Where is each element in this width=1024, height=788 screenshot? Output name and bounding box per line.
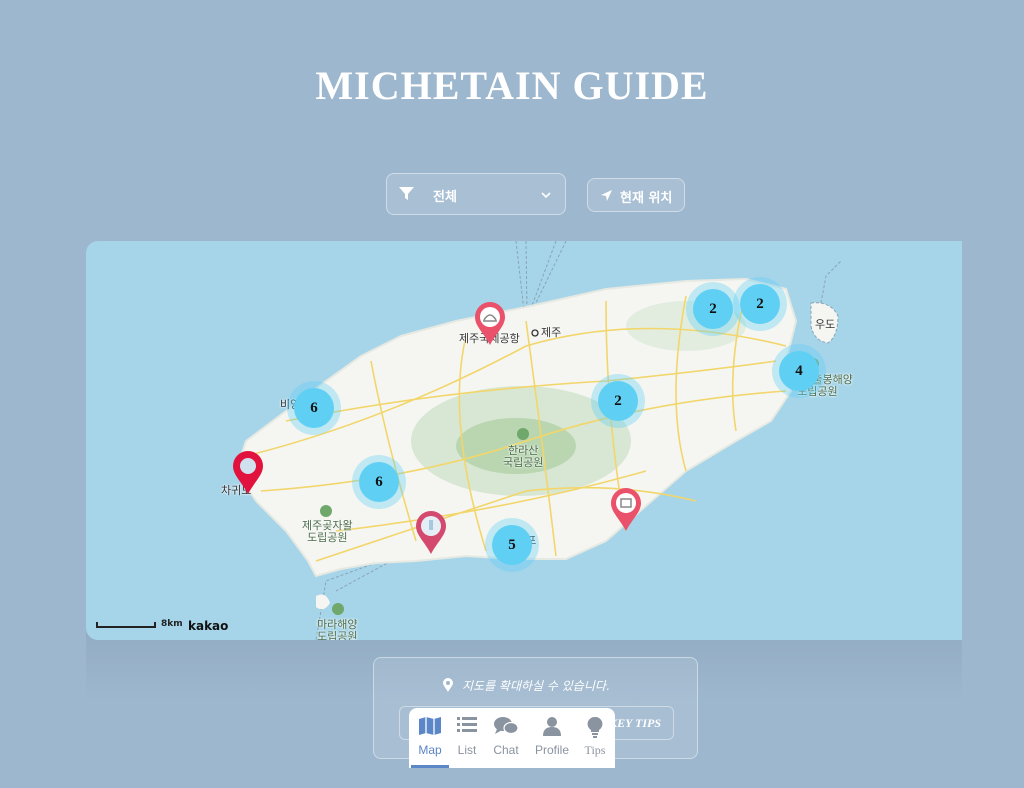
map-cluster[interactable]: 5 — [485, 518, 539, 572]
list-icon — [457, 716, 477, 738]
location-pin[interactable] — [414, 509, 448, 555]
location-arrow-icon — [600, 189, 613, 206]
location-pin-icon — [442, 678, 454, 697]
map-attribution: kakao — [188, 619, 229, 633]
map-label-gotjawal: 제주곶자왈 도립공원 — [302, 519, 353, 544]
chat-icon — [493, 716, 519, 740]
map-label-udo: 우도 — [815, 318, 836, 331]
map-base — [234, 241, 842, 640]
map-cluster[interactable]: 2 — [591, 374, 645, 428]
location-pin[interactable] — [231, 449, 265, 495]
map-cluster[interactable]: 4 — [772, 344, 826, 398]
map-icon — [418, 716, 442, 740]
tab-chat[interactable]: Chat — [487, 708, 525, 768]
map-label-hallasan: 한라산 국립공원 — [503, 444, 544, 469]
map-cluster[interactable]: 6 — [287, 381, 341, 435]
lightbulb-icon — [587, 716, 603, 742]
category-filter-select[interactable]: 전체 — [386, 173, 566, 215]
zoom-hint: 지도를 확대하실 수 있습니다. — [462, 679, 610, 693]
map-cluster[interactable]: 6 — [352, 455, 406, 509]
map-cluster[interactable]: 2 — [733, 277, 787, 331]
map-label-jeju: 제주 — [541, 326, 562, 339]
chevron-down-icon — [541, 188, 551, 203]
tab-profile[interactable]: Profile — [529, 708, 575, 768]
page-title: MICHETAIN GUIDE — [315, 63, 709, 108]
map-cluster[interactable]: 2 — [686, 282, 740, 336]
person-icon — [542, 716, 562, 740]
restaurant-pin[interactable] — [609, 486, 643, 532]
tab-list[interactable]: List — [451, 708, 483, 768]
restaurant-pin[interactable] — [473, 300, 507, 346]
filter-icon — [399, 187, 414, 205]
map-label-marado: 마라해양 도립공원 — [317, 618, 358, 641]
filter-value: 전체 — [433, 190, 457, 205]
current-location-label: 현재 위치 — [620, 191, 673, 206]
current-location-button[interactable]: 현재 위치 — [587, 178, 685, 212]
tab-tips[interactable]: Tips — [579, 708, 611, 768]
key-tips-label: KEY TIPS — [609, 716, 661, 730]
jeju-map[interactable]: 제주국제공항 제주 우도 성산일출봉해양 도립공원 비양도 한라산 국립공원 차… — [86, 241, 962, 640]
bottom-tab-bar: Map List Chat Profile Tips — [409, 708, 615, 768]
tab-map[interactable]: Map — [411, 708, 449, 768]
